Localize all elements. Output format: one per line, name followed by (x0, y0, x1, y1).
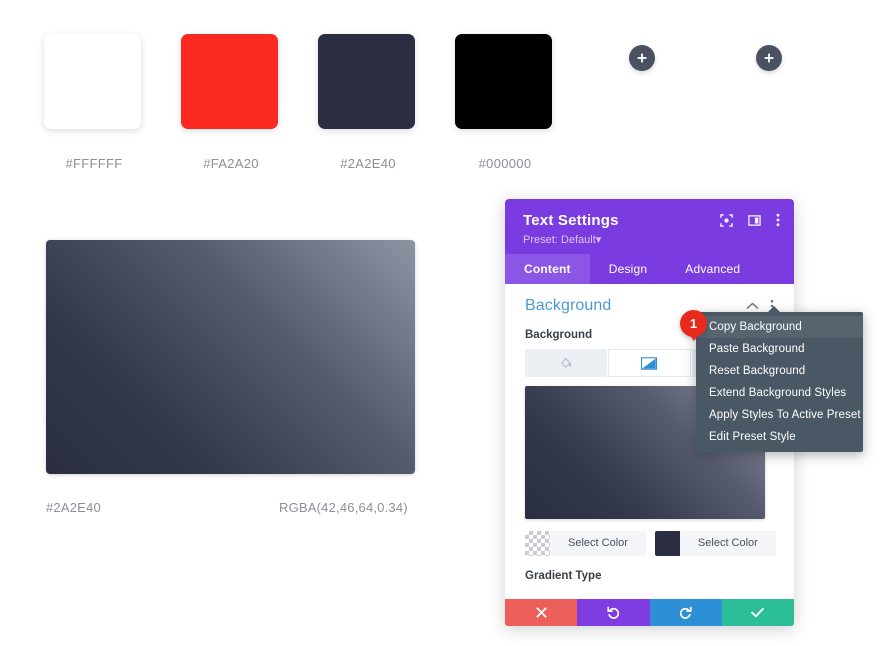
swatch-label-red: #FA2A20 (203, 156, 259, 171)
panel-header: Text Settings Preset: Default▾ (505, 199, 794, 254)
gradient-color-stops: Select Color Select Color (525, 531, 776, 556)
preset-caret-icon: ▾ (595, 234, 602, 246)
step-badge-label: 1 (689, 316, 698, 331)
step-badge: 1 (680, 310, 707, 341)
color-swatch-navy[interactable] (654, 531, 680, 556)
swatch-cell-navy[interactable]: #2A2E40 (318, 34, 418, 171)
swatch-label-white: #FFFFFF (65, 156, 123, 171)
background-context-menu: Copy Background Paste Background Reset B… (696, 306, 863, 452)
swatch-label-black: #000000 (478, 156, 532, 171)
plus-icon (764, 53, 774, 63)
close-icon (536, 607, 547, 618)
menu-item-extend-background-styles[interactable]: Extend Background Styles (696, 382, 863, 404)
gradient-stop-2[interactable]: Select Color (654, 531, 776, 556)
tab-advanced[interactable]: Advanced (666, 254, 759, 284)
preset-selector[interactable]: Preset: Default▾ (523, 233, 776, 246)
chevron-up-icon[interactable] (746, 302, 759, 310)
more-options-icon[interactable] (776, 213, 780, 227)
save-button[interactable] (721, 599, 794, 626)
focus-target-icon[interactable] (720, 213, 733, 227)
color-swatch-transparent[interactable] (525, 531, 550, 556)
add-color-slot-2[interactable] (719, 34, 819, 71)
swatch-cell-black[interactable]: #000000 (455, 34, 555, 171)
step-badge-tail (689, 334, 699, 341)
menu-item-reset-background[interactable]: Reset Background (696, 360, 863, 382)
select-color-button-1[interactable]: Select Color (550, 531, 646, 556)
undo-icon (607, 606, 619, 619)
add-color-button-2[interactable] (756, 45, 782, 71)
swatch-white[interactable] (44, 34, 141, 129)
background-color-tab[interactable] (525, 349, 609, 377)
panel-tabs: Content Design Advanced (505, 254, 794, 284)
panel-header-icons (720, 213, 780, 227)
section-title-background: Background (525, 297, 612, 314)
swatch-label-navy: #2A2E40 (340, 156, 396, 171)
gradient-caption-hex: #2A2E40 (46, 500, 101, 515)
menu-item-edit-preset-style[interactable]: Edit Preset Style (696, 426, 863, 448)
gradient-stop-1[interactable]: Select Color (525, 531, 646, 556)
background-section-header: Background (525, 284, 774, 315)
tab-content[interactable]: Content (505, 254, 590, 284)
add-color-slot-1[interactable] (592, 34, 692, 71)
gradient-icon (641, 356, 658, 370)
redo-icon (680, 606, 692, 619)
swatch-red[interactable] (181, 34, 278, 129)
background-gradient-tab[interactable] (608, 349, 692, 377)
gradient-type-label: Gradient Type (525, 570, 602, 582)
undo-button[interactable] (577, 599, 650, 626)
swatch-cell-white[interactable]: #FFFFFF (44, 34, 144, 171)
menu-item-paste-background[interactable]: Paste Background (696, 338, 863, 360)
paint-bucket-icon (561, 357, 572, 368)
check-icon (751, 607, 765, 618)
swatch-navy[interactable] (318, 34, 415, 129)
preset-label: Preset: Default (523, 234, 596, 246)
swatch-cell-red[interactable]: #FA2A20 (181, 34, 281, 171)
menu-item-copy-background[interactable]: Copy Background (696, 316, 863, 338)
gradient-preview-large[interactable] (46, 240, 415, 474)
tab-design[interactable]: Design (590, 254, 667, 284)
cancel-button[interactable] (505, 599, 578, 626)
panel-action-bar (505, 599, 794, 626)
color-palette-row: #FFFFFF #FA2A20 #2A2E40 #000000 (44, 34, 834, 174)
plus-icon (637, 53, 647, 63)
gradient-caption-rgba: RGBA(42,46,64,0.34) (279, 500, 408, 515)
swatch-black[interactable] (455, 34, 552, 129)
add-color-button-1[interactable] (629, 45, 655, 71)
redo-button[interactable] (649, 599, 722, 626)
menu-item-apply-styles-to-active-preset[interactable]: Apply Styles To Active Preset (696, 404, 863, 426)
menu-caret-icon (767, 306, 781, 313)
select-color-button-2[interactable]: Select Color (679, 531, 776, 556)
panel-layout-icon[interactable] (748, 214, 761, 227)
